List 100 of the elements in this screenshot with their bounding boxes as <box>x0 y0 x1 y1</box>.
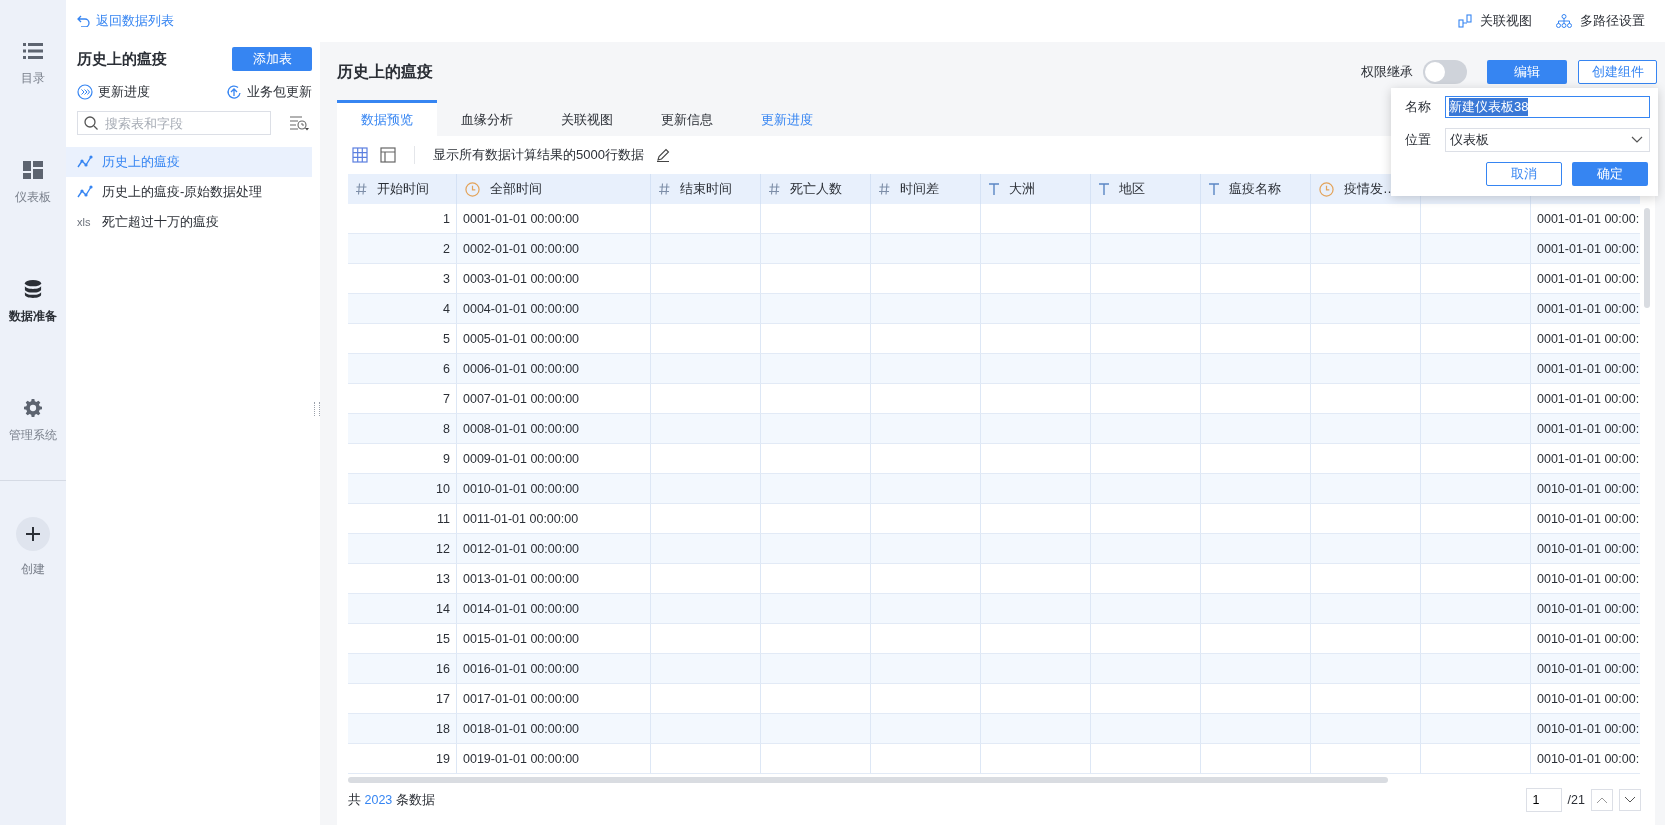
row-number: 16 <box>348 654 457 684</box>
table-cell: 0010-01-01 00:00: <box>1531 714 1640 744</box>
permission-label: 权限继承 <box>1361 63 1413 81</box>
table-cell: 0001-01-01 00:00: <box>1531 294 1640 324</box>
table-list-item[interactable]: xls 死亡超过十万的瘟疫 <box>66 207 312 237</box>
hierarchy-icon <box>1556 14 1572 28</box>
row-number: 19 <box>348 744 457 774</box>
rail-item[interactable]: 目录 <box>0 42 66 87</box>
list-icon <box>23 42 43 60</box>
chevron-up-icon <box>1596 796 1608 804</box>
table-cell: 0004-01-01 00:00:00 <box>457 294 651 324</box>
table-cell: 0001-01-01 00:00: <box>1531 414 1640 444</box>
upload-icon <box>226 84 242 100</box>
scrollbar[interactable] <box>348 777 1388 783</box>
next-page-button[interactable] <box>1619 789 1641 811</box>
column-header: 全部时间 <box>490 180 542 198</box>
table-cell: 0018-01-01 00:00:00 <box>457 714 651 744</box>
table-cell: 0019-01-01 00:00:00 <box>457 744 651 774</box>
dashboard-icon <box>23 161 43 179</box>
tab[interactable]: 更新信息 <box>637 100 737 136</box>
table-cell: 0016-01-01 00:00:00 <box>457 654 651 684</box>
column-header: 地区 <box>1119 180 1145 198</box>
tab[interactable]: 血缘分析 <box>437 100 537 136</box>
table-cell: 0010-01-01 00:00: <box>1531 654 1640 684</box>
chevron-down-icon <box>1631 136 1643 144</box>
row-count-text: 共 2023 条数据 <box>348 791 435 809</box>
edit-icon[interactable] <box>655 148 670 162</box>
settings-icon <box>23 399 43 417</box>
top-link[interactable]: 多路径设置 <box>1556 12 1645 30</box>
page-total: /21 <box>1567 793 1585 807</box>
table-cell: 0010-01-01 00:00: <box>1531 744 1640 774</box>
text-type-icon <box>989 183 999 195</box>
table-cell: 0008-01-01 00:00:00 <box>457 414 651 444</box>
column-header: 死亡人数 <box>790 180 842 198</box>
row-number: 8 <box>348 414 457 444</box>
line-chart-icon <box>77 185 93 199</box>
row-limit-text: 显示所有数据计算结果的5000行数据 <box>433 146 644 164</box>
page-title: 历史上的瘟疫 <box>337 61 434 82</box>
previous-page-button[interactable] <box>1591 789 1613 811</box>
column-header: 瘟疫名称 <box>1229 180 1281 198</box>
search-field[interactable]: 搜索表和字段 <box>77 111 271 135</box>
row-number: 14 <box>348 594 457 624</box>
layout-view-icon[interactable] <box>380 147 396 163</box>
number-type-icon <box>659 183 670 195</box>
field-label: 名称 <box>1405 98 1432 116</box>
panel-title: 历史上的瘟疫 <box>77 49 167 69</box>
top-link[interactable]: 关联视图 <box>1458 12 1532 30</box>
tab[interactable]: 更新进度 <box>737 100 837 136</box>
create-component-button[interactable]: 创建组件 <box>1578 60 1657 84</box>
tab[interactable]: 关联视图 <box>537 100 637 136</box>
permission-toggle[interactable] <box>1423 60 1467 84</box>
location-dropdown[interactable]: 仪表板 <box>1445 128 1650 152</box>
column-header: 时间差 <box>900 180 939 198</box>
back-arrow-icon <box>77 15 90 27</box>
confirm-button[interactable]: 确定 <box>1572 162 1648 186</box>
add-table-button[interactable]: 添加表 <box>232 47 312 71</box>
number-type-icon <box>879 183 890 195</box>
update-progress-link[interactable]: 更新进度 <box>77 83 150 101</box>
rail-item[interactable]: 创建 <box>0 517 66 578</box>
rail-item[interactable]: 仪表板 <box>0 161 66 206</box>
table-cell: 0001-01-01 00:00: <box>1531 354 1640 384</box>
rail-item[interactable]: 管理系统 <box>0 399 66 444</box>
number-type-icon <box>356 183 367 195</box>
rail-item[interactable]: 数据准备 <box>0 280 66 325</box>
table-cell: 0002-01-01 00:00:00 <box>457 234 651 264</box>
column-header: 开始时间 <box>377 180 429 198</box>
tab[interactable]: 数据预览 <box>337 100 437 136</box>
table-cell: 0010-01-01 00:00:00 <box>457 474 651 504</box>
filter-icon[interactable] <box>289 115 309 131</box>
table-cell: 0010-01-01 00:00: <box>1531 594 1640 624</box>
grid-view-icon[interactable] <box>352 147 368 163</box>
column-header: 疫情发… <box>1344 180 1396 198</box>
table-cell: 0010-01-01 00:00: <box>1531 534 1640 564</box>
column-header: 结束时间 <box>680 180 732 198</box>
number-type-icon <box>769 183 780 195</box>
scrollbar[interactable] <box>1644 208 1650 308</box>
row-number: 12 <box>348 534 457 564</box>
clock-icon <box>1319 181 1334 197</box>
relation-icon <box>1458 14 1472 28</box>
field-label: 位置 <box>1405 131 1432 149</box>
chevron-down-icon <box>1624 796 1636 804</box>
table-cell: 0010-01-01 00:00: <box>1531 474 1640 504</box>
line-chart-icon <box>77 155 93 169</box>
xls-icon: xls <box>77 216 93 228</box>
back-link[interactable]: 返回数据列表 <box>66 0 320 33</box>
text-type-icon <box>1099 183 1109 195</box>
edit-button[interactable]: 编辑 <box>1487 60 1567 84</box>
table-list-item[interactable]: 历史上的瘟疫 <box>66 147 312 177</box>
table-cell: 0001-01-01 00:00: <box>1531 234 1640 264</box>
table-list-item[interactable]: 历史上的瘟疫-原始数据处理 <box>66 177 312 207</box>
search-icon <box>84 116 98 130</box>
clock-icon <box>465 181 480 197</box>
package-update-link[interactable]: 业务包更新 <box>226 83 312 101</box>
cancel-button[interactable]: 取消 <box>1486 162 1562 186</box>
page-input[interactable]: 1 <box>1525 788 1562 812</box>
table-cell: 0006-01-01 00:00:00 <box>457 354 651 384</box>
text-type-icon <box>1209 183 1219 195</box>
column-header: 大洲 <box>1009 180 1035 198</box>
name-field[interactable]: 新建仪表板38 <box>1445 96 1650 118</box>
row-number: 6 <box>348 354 457 384</box>
